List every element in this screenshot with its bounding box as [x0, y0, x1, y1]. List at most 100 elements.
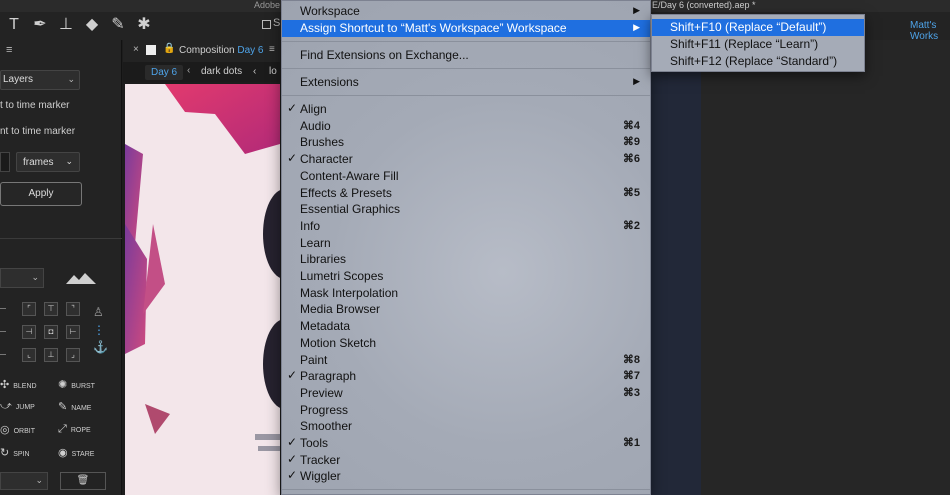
divider	[0, 238, 122, 239]
orbit-button[interactable]: ◎ ORBIT	[0, 423, 35, 436]
anchor-top[interactable]: ⊤	[44, 302, 58, 316]
layers-dropdown-label: Layers	[3, 74, 34, 85]
right-panel	[701, 40, 950, 495]
layers-dropdown[interactable]: Layers ⌄	[0, 70, 80, 90]
composition-viewer[interactable]	[125, 84, 280, 495]
close-tab-icon[interactable]: ×	[133, 44, 139, 55]
menu-item-label: Content-Aware Fill	[300, 168, 399, 183]
stare-button[interactable]: ◉ STARE	[58, 446, 94, 459]
menu-item-shortcut: ⌘6	[622, 153, 640, 166]
menu-item-tracker[interactable]: ✓ Tracker	[282, 452, 650, 469]
submenu-item-label: Shift+F10 (Replace “Default”)	[670, 20, 827, 34]
link-icon[interactable]: ⋮	[93, 323, 105, 337]
marker-option-2[interactable]: nt to time marker	[0, 126, 75, 137]
eraser-tool-icon[interactable]: ◆	[82, 14, 102, 36]
snapping-label: S	[273, 17, 281, 29]
panel-menu-icon[interactable]: ≡	[6, 44, 12, 56]
menu-item-assign-shortcut[interactable]: Assign Shortcut to “Matt's Workspace” Wo…	[282, 20, 650, 37]
document-title: E/Day 6 (converted).aep *	[652, 0, 756, 10]
apply-button[interactable]: Apply	[0, 182, 82, 206]
menu-item-paragraph[interactable]: ✓ Paragraph ⌘7	[282, 368, 650, 385]
menu-item-essential-graphics[interactable]: Essential Graphics	[282, 201, 650, 218]
anchor-top-left[interactable]: ⌜	[22, 302, 36, 316]
menu-item-content-aware-fill[interactable]: Content-Aware Fill	[282, 168, 650, 185]
marker-option-1[interactable]: t to time marker	[0, 100, 69, 111]
spin-icon: ↻	[0, 447, 10, 459]
panel-menu-icon[interactable]: ≡	[269, 44, 275, 55]
snapping-checkbox[interactable]	[262, 20, 271, 29]
menu-item-extensions[interactable]: Extensions ▶	[282, 74, 650, 91]
composition-tab[interactable]: Composition Day 6	[179, 45, 264, 56]
menu-item-preview[interactable]: Preview ⌘3	[282, 385, 650, 402]
app-title: Adobe	[254, 0, 281, 10]
anchor-bottom-left[interactable]: ⌞	[22, 348, 36, 362]
menu-item-learn[interactable]: Learn	[282, 235, 650, 252]
submenu-item-shift-f11[interactable]: Shift+F11 (Replace “Learn”)	[652, 36, 864, 53]
roto-brush-icon[interactable]: ✎	[108, 14, 128, 36]
pin-icon[interactable]: ♙	[93, 305, 104, 319]
puppet-pin-icon[interactable]: ✱	[134, 14, 154, 36]
trash-button[interactable]: 🗑	[60, 472, 106, 490]
anchor-right[interactable]: ⊢	[66, 325, 80, 339]
menu-item-workspace[interactable]: Workspace ▶	[282, 3, 650, 20]
mountain-icon[interactable]	[66, 272, 96, 284]
menu-item-audio[interactable]: Audio ⌘4	[282, 118, 650, 135]
spin-button[interactable]: ↻ SPIN	[0, 446, 30, 459]
menu-separator	[282, 68, 650, 69]
menu-item-character[interactable]: ✓ Character ⌘6	[282, 151, 650, 168]
anchor-bottom-right[interactable]: ⌟	[66, 348, 80, 362]
menu-item-paint[interactable]: Paint ⌘8	[282, 352, 650, 369]
timeline-edge	[651, 40, 701, 495]
menu-item-mask-interpolation[interactable]: Mask Interpolation	[282, 285, 650, 302]
menu-item-label: Mask Interpolation	[300, 285, 399, 300]
jump-button[interactable]: ⤻ JUMP	[0, 400, 35, 413]
breadcrumb-partial[interactable]: lo	[269, 66, 277, 77]
anchor-left[interactable]: ⊣	[22, 325, 36, 339]
lock-icon[interactable]: 🔒	[163, 43, 175, 54]
menu-item-motion-sketch[interactable]: Motion Sketch	[282, 335, 650, 352]
breadcrumb-day6[interactable]: Day 6	[145, 65, 184, 80]
menu-item-wiggler[interactable]: ✓ Wiggler	[282, 468, 650, 485]
text-tool-icon[interactable]: T	[4, 14, 24, 36]
submenu-item-label: Shift+F11 (Replace “Learn”)	[670, 37, 819, 51]
anchor-bottom[interactable]: ⊥	[44, 348, 58, 362]
menu-item-smoother[interactable]: Smoother	[282, 418, 650, 435]
submenu-item-shift-f12[interactable]: Shift+F12 (Replace “Standard”)	[652, 53, 864, 70]
menu-item-info[interactable]: Info ⌘2	[282, 218, 650, 235]
workspace-tab-matts[interactable]: Matt's Works	[910, 20, 950, 42]
frames-value-input[interactable]	[0, 152, 10, 172]
burst-button[interactable]: ✺ BURST	[58, 378, 95, 391]
menu-item-libraries[interactable]: Libraries	[282, 251, 650, 268]
menu-item-progress[interactable]: Progress	[282, 402, 650, 419]
menu-item-label: Motion Sketch	[300, 335, 377, 350]
menu-item-label: Assign Shortcut to “Matt's Workspace” Wo…	[300, 21, 567, 35]
name-button[interactable]: ✎ NAME	[58, 400, 91, 413]
submenu-item-label: Shift+F12 (Replace “Standard”)	[670, 54, 838, 68]
menu-item-brushes[interactable]: Brushes ⌘9	[282, 134, 650, 151]
menu-item-media-browser[interactable]: Media Browser	[282, 301, 650, 318]
chevron-down-icon: ⌄	[67, 74, 75, 84]
menu-item-tools[interactable]: ✓ Tools ⌘1	[282, 435, 650, 452]
menu-item-metadata[interactable]: Metadata	[282, 318, 650, 335]
preset-dropdown[interactable]: ⌄	[0, 268, 44, 288]
anchor-center[interactable]: ◘	[44, 325, 58, 339]
menu-item-effects-presets[interactable]: Effects & Presets ⌘5	[282, 185, 650, 202]
bottom-dropdown[interactable]: ⌄	[0, 472, 48, 490]
anchor-top-right[interactable]: ⌝	[66, 302, 80, 316]
breadcrumb-dark-dots[interactable]: dark dots	[201, 66, 242, 77]
rope-button[interactable]: ⤢ ROPE	[58, 423, 91, 436]
menu-item-lumetri-scopes[interactable]: Lumetri Scopes	[282, 268, 650, 285]
rope-icon: ⤢	[58, 423, 67, 435]
pen-tool-icon[interactable]: ✒	[30, 14, 50, 36]
stamp-tool-icon[interactable]: ⊥	[56, 14, 76, 36]
menu-item-align[interactable]: ✓ Align	[282, 101, 650, 118]
breadcrumb-separator-icon: ‹	[187, 65, 191, 76]
menu-item-find-extensions[interactable]: Find Extensions on Exchange...	[282, 47, 650, 64]
blend-button[interactable]: ✣ BLEND	[0, 378, 37, 391]
frames-dropdown[interactable]: frames ⌄	[16, 152, 80, 172]
menu-item-label: Wiggler	[300, 469, 341, 484]
menu-item-label: Libraries	[300, 252, 347, 267]
submenu-item-shift-f10[interactable]: Shift+F10 (Replace “Default”)	[652, 19, 864, 36]
anchor-icon[interactable]: ⚓	[93, 340, 108, 354]
composition-panel: × 🔒 Composition Day 6 ≡ Day 6 ‹ dark dot…	[123, 40, 280, 495]
